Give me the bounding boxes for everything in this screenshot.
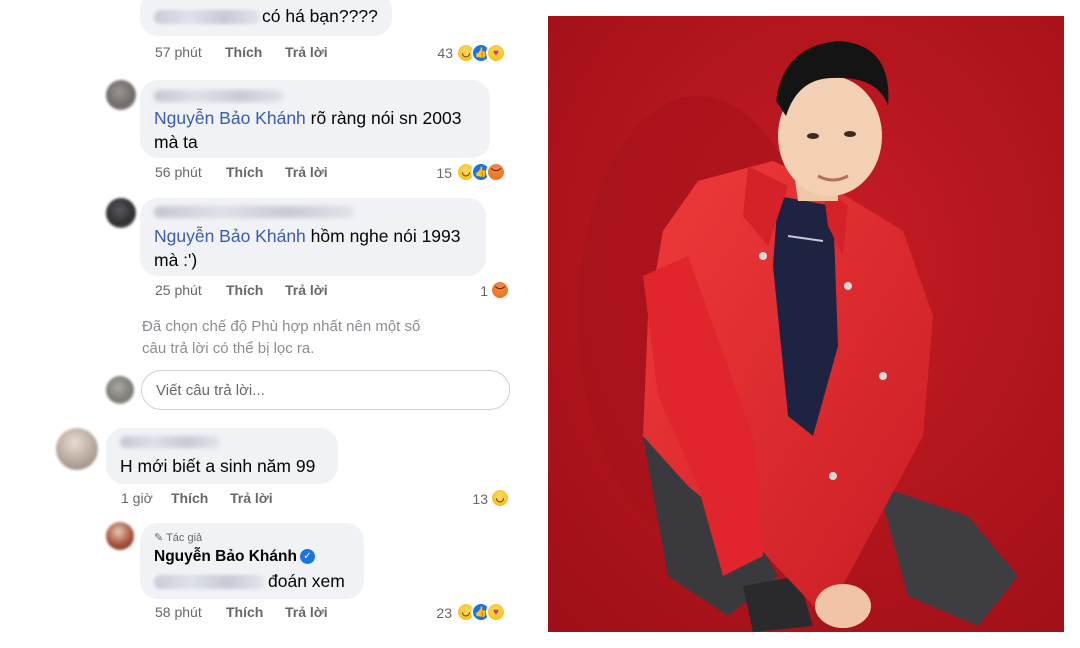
reply-button[interactable]: Trả lời (230, 490, 273, 506)
reaction-count[interactable]: 43 (423, 45, 453, 61)
reaction-count[interactable]: 1 (458, 283, 488, 299)
care-icon: ♥ (486, 602, 506, 622)
pencil-icon: ✎ (154, 532, 164, 544)
reply-input[interactable]: Viết câu trả lời... (141, 370, 510, 410)
avatar[interactable] (56, 428, 98, 470)
reaction-count[interactable]: 15 (422, 165, 452, 181)
angry-icon: ︶ (490, 280, 510, 300)
filter-notice: Đã chọn chế độ Phù hợp nhất nên một số c… (142, 318, 421, 357)
like-button[interactable]: Thích (171, 490, 208, 506)
comment-time: 25 phút (155, 282, 202, 298)
avatar[interactable] (106, 80, 136, 110)
comment-time: 1 giờ (121, 490, 153, 506)
person-illustration (548, 16, 1064, 632)
like-button[interactable]: Thích (226, 604, 263, 620)
avatar[interactable] (106, 198, 136, 228)
reply-button[interactable]: Trả lời (285, 164, 328, 180)
reply-button[interactable]: Trả lời (285, 604, 328, 620)
comment-bubble: Nguyễn Bảo Khánh rõ ràng nói sn 2003 mà … (140, 80, 490, 158)
reply-button[interactable]: Trả lời (285, 282, 328, 298)
reaction-icons[interactable]: ︶ (490, 280, 512, 300)
mention-link[interactable]: Nguyễn Bảo Khánh (154, 108, 306, 128)
portrait-photo (548, 16, 1064, 632)
mention-link[interactable]: Nguyễn Bảo Khánh (154, 226, 306, 246)
like-button[interactable]: Thích (226, 282, 263, 298)
reaction-icons[interactable]: ◡ 👍 ︶ (456, 162, 512, 182)
like-button[interactable]: Thích (226, 164, 263, 180)
author-avatar[interactable] (106, 522, 134, 550)
reaction-icons[interactable]: ◡ 👍 ♥ (456, 43, 512, 63)
comment-bubble: ✎ Tác giả Nguyễn Bảo Khánh ✓ đoán xem (140, 523, 364, 599)
reaction-count[interactable]: 23 (422, 605, 452, 621)
comment-time: 58 phút (155, 604, 202, 620)
commenter-name[interactable] (154, 90, 284, 102)
reaction-count[interactable]: 13 (458, 491, 488, 507)
reaction-icons[interactable]: ◡ 👍 ♥ (456, 602, 512, 622)
haha-icon: ◡ (490, 488, 510, 508)
comment-bubble: H mới biết a sinh năm 99 (106, 428, 338, 484)
author-name[interactable]: Nguyễn Bảo Khánh (154, 548, 297, 565)
angry-icon: ︶ (486, 162, 506, 182)
comment-bubble: có há bạn???? (140, 0, 392, 36)
verified-badge-icon: ✓ (299, 549, 315, 565)
comment-time: 56 phút (155, 164, 202, 180)
my-avatar (106, 376, 134, 404)
reaction-icons[interactable]: ◡ (490, 488, 512, 508)
commenter-name[interactable] (154, 206, 354, 218)
comment-bubble: Nguyễn Bảo Khánh hồm nghe nói 1993 mà :'… (140, 198, 486, 276)
care-icon: ♥ (486, 43, 506, 63)
comment-time: 57 phút (155, 44, 202, 60)
reply-button[interactable]: Trả lời (285, 44, 328, 60)
comment-thread: có há bạn???? 57 phút Thích Trả lời 43 ◡… (0, 0, 530, 648)
commenter-name[interactable] (120, 436, 220, 448)
like-button[interactable]: Thích (225, 44, 262, 60)
author-badge: ✎ Tác giả (154, 532, 203, 544)
